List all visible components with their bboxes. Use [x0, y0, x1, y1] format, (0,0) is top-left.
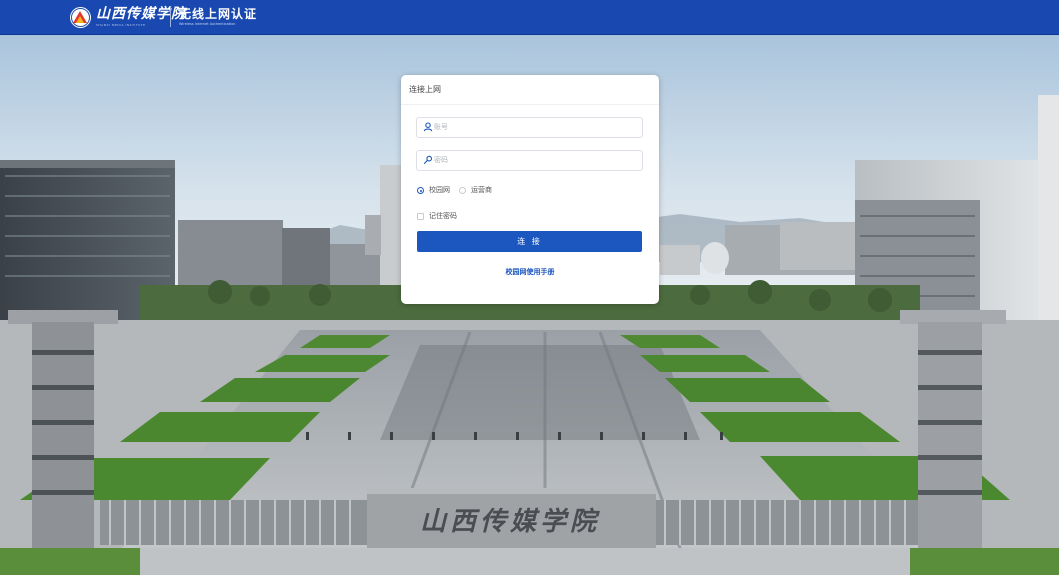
system-subtitle: Wireless Internet Authentication: [179, 22, 236, 26]
top-header-bar: 山西传媒学院 SHANXI MEDIA INSTITUTE 无线上网认证 Wir…: [0, 0, 1059, 35]
card-title: 连接上网: [409, 85, 441, 94]
carrier-radio[interactable]: [459, 187, 466, 194]
remember-password-label[interactable]: 记住密码: [429, 212, 457, 221]
connect-button[interactable]: 连 接: [417, 231, 642, 252]
carrier-label[interactable]: 运营商: [471, 186, 492, 195]
school-name: 山西传媒学院: [96, 6, 186, 22]
gate-inscription: 山西传媒学院: [420, 507, 600, 537]
key-icon: [423, 155, 433, 165]
password-field[interactable]: [416, 150, 643, 171]
school-name-en: SHANXI MEDIA INSTITUTE: [96, 23, 146, 27]
remember-password-checkbox[interactable]: [417, 213, 424, 220]
school-logo-icon: [70, 7, 91, 28]
campus-network-radio[interactable]: [417, 187, 424, 194]
account-input[interactable]: [434, 119, 634, 135]
header-divider: [170, 8, 171, 27]
system-title: 无线上网认证: [179, 7, 258, 21]
card-header: 连接上网: [401, 75, 659, 105]
campus-network-label[interactable]: 校园网: [429, 186, 450, 195]
campus-network-manual-link[interactable]: 校园网使用手册: [450, 268, 610, 277]
password-input[interactable]: [434, 152, 634, 168]
user-icon: [423, 122, 433, 132]
account-field[interactable]: [416, 117, 643, 138]
